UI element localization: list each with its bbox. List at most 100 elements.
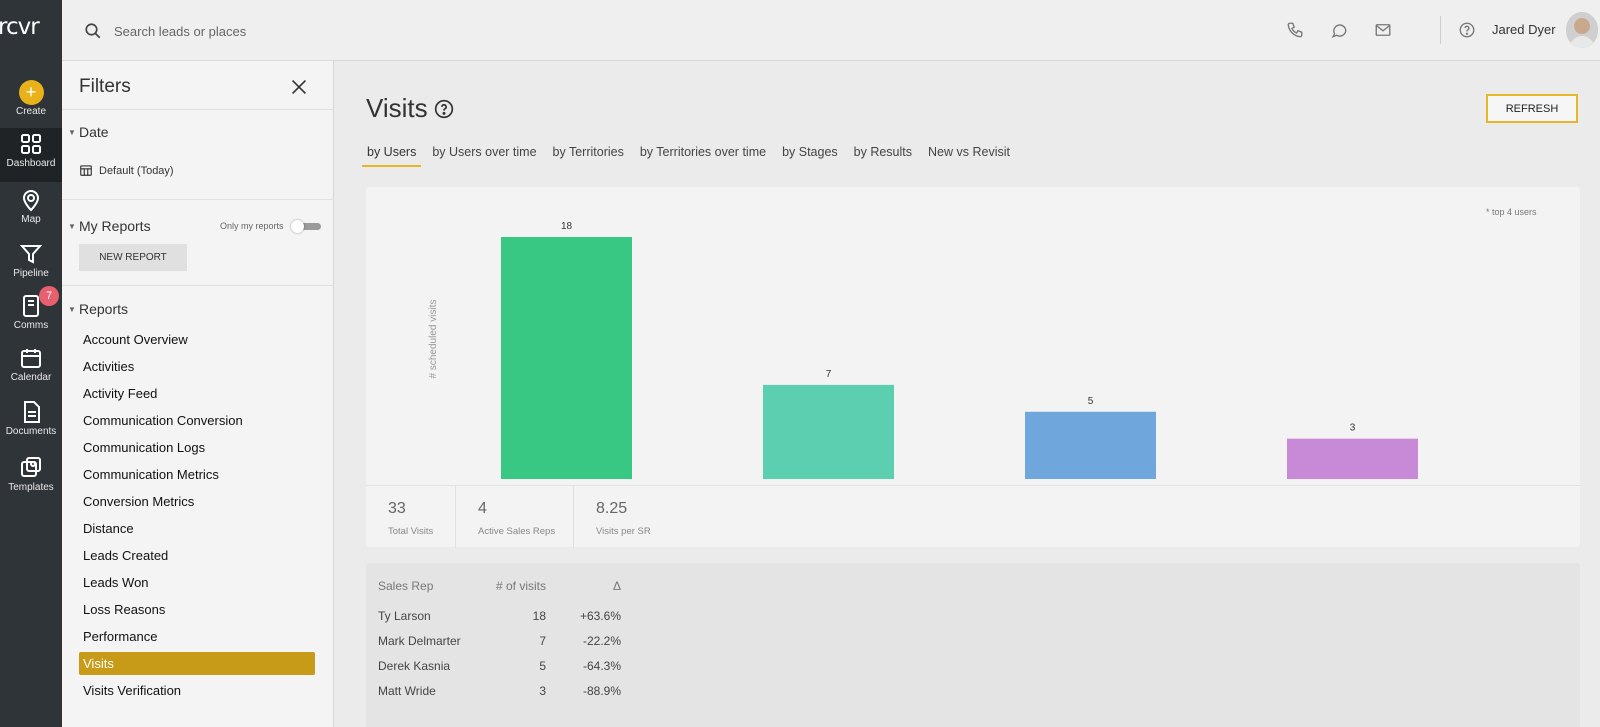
tab-item[interactable]: by Users over time [427, 145, 541, 167]
tab-item[interactable]: by Results [849, 145, 917, 167]
table-cell-visits: 7 [539, 633, 546, 648]
rail-item-create[interactable]: + Create [0, 76, 62, 130]
only-my-reports-toggle[interactable] [291, 220, 323, 233]
rail-item-calendar[interactable]: Calendar [0, 342, 62, 396]
report-item[interactable]: Communication Logs [79, 434, 315, 461]
stat-value: 4 [478, 500, 487, 517]
close-icon[interactable] [288, 76, 310, 98]
report-item[interactable]: Leads Created [79, 542, 315, 569]
filters-title: Filters [79, 76, 131, 97]
report-item[interactable]: Leads Won [79, 569, 315, 596]
report-item[interactable]: Activity Feed [79, 380, 315, 407]
table-row[interactable]: Matt Wride 3 -88.9% [378, 678, 621, 703]
visits-table: Sales Rep # of visits Δ Ty Larson 18 +63.6… [378, 579, 621, 703]
document-icon [0, 396, 62, 426]
templates-icon [0, 452, 62, 482]
nav-rail: rcvr + Create Dashboard Map Pipeline 7 C… [0, 0, 62, 727]
caret-down-icon: ▼ [68, 305, 76, 314]
table-cell-rep: Matt Wride [378, 683, 436, 698]
plus-icon: + [18, 80, 44, 105]
chart-bar[interactable] [1025, 411, 1156, 479]
report-item[interactable]: Visits [79, 652, 315, 675]
date-section-label: Date [79, 124, 109, 140]
rail-item-templates[interactable]: Templates [0, 452, 62, 506]
chat-icon[interactable] [1330, 21, 1348, 39]
report-item[interactable]: Distance [79, 515, 315, 542]
mail-icon[interactable] [1374, 21, 1392, 39]
date-filter[interactable]: Default (Today) [79, 163, 174, 177]
tab-item[interactable]: by Users [362, 145, 422, 167]
stat-value: 33 [388, 500, 406, 517]
table-row[interactable]: Ty Larson 18 +63.6% [378, 603, 621, 628]
chart-bar[interactable] [1287, 438, 1418, 479]
tab-item[interactable]: by Territories over time [635, 145, 771, 167]
refresh-button[interactable]: REFRESH [1486, 94, 1578, 123]
my-reports-section-header[interactable]: ▼ My Reports [68, 218, 151, 234]
rail-item-label: Dashboard [6, 158, 56, 169]
stat-value: 8.25 [596, 500, 628, 517]
calendar-icon [80, 165, 92, 176]
column-header[interactable]: Sales Rep [378, 579, 491, 603]
bar-value-label: 3 [1350, 423, 1356, 434]
table-cell-delta: -22.2% [582, 633, 621, 648]
table-cell-visits: 3 [539, 683, 546, 698]
table-cell-visits: 5 [539, 658, 546, 673]
table-row[interactable]: Derek Kasnia 5 -64.3% [378, 653, 621, 678]
report-item[interactable]: Visits Verification [79, 677, 315, 704]
page-title: Visits [366, 93, 428, 123]
table-cell-rep: Mark Delmarter [378, 633, 461, 648]
app-logo[interactable]: rcvr [0, 14, 62, 48]
report-item[interactable]: Communication Conversion [79, 407, 315, 434]
search-icon [85, 23, 101, 39]
stat-label: Visits per SR [596, 526, 651, 537]
chart-bar[interactable] [763, 384, 894, 479]
stats-row: 33 Total Visits 4 Active Sales Reps 8.25… [366, 485, 1580, 548]
reports-section-header[interactable]: ▼ Reports [68, 301, 128, 317]
main-content: Visits REFRESH by Users by Users over tim… [334, 61, 1600, 727]
date-filter-value: Default (Today) [99, 165, 174, 177]
tab-item[interactable]: by Territories [548, 145, 629, 167]
date-section-header[interactable]: ▼ Date [68, 124, 109, 140]
filters-panel: Filters ▼ Date Default (Today) ▼ My Report… [62, 61, 334, 727]
rail-item-comms[interactable]: 7 Comms [0, 286, 62, 344]
bar-value-label: 18 [561, 221, 573, 232]
rail-item-documents[interactable]: Documents [0, 396, 62, 450]
help-icon[interactable] [1458, 21, 1476, 39]
rail-item-label: Comms [13, 320, 49, 331]
stat-active-sales-reps: 4 Active Sales Reps [456, 486, 574, 548]
tab-item[interactable]: by Stages [777, 145, 843, 167]
caret-down-icon: ▼ [68, 128, 76, 137]
report-item[interactable]: Activities [79, 353, 315, 380]
tab-item[interactable]: New vs Revisit [923, 145, 1015, 167]
report-tabs: by Users by Users over time by Territories… [362, 145, 1021, 167]
avatar[interactable] [1566, 12, 1598, 48]
report-item[interactable]: Conversion Metrics [79, 488, 315, 515]
map-pin-icon [0, 184, 62, 214]
rail-item-map[interactable]: Map [0, 184, 62, 238]
rail-item-dashboard[interactable]: Dashboard [0, 128, 62, 182]
only-my-reports-label: Only my reports [220, 221, 284, 231]
y-axis-label: # scheduled visits [428, 300, 439, 379]
report-item[interactable]: Performance [79, 623, 315, 650]
report-item[interactable]: Account Overview [79, 326, 315, 353]
table-row[interactable]: Mark Delmarter 7 -22.2% [378, 628, 621, 653]
chart-bar[interactable] [501, 237, 632, 479]
stat-total-visits: 33 Total Visits [366, 486, 456, 548]
chart-card: # scheduled visits 18 7 5 3 * top 4 users 33… [366, 187, 1580, 548]
dashboard-icon [0, 128, 62, 158]
report-item[interactable]: Communication Metrics [79, 461, 315, 488]
question-icon[interactable] [434, 99, 454, 119]
rail-item-label: Map [21, 214, 41, 225]
table-cell-rep: Ty Larson [378, 608, 431, 623]
column-header[interactable]: # of visits [491, 579, 546, 603]
rail-item-pipeline[interactable]: Pipeline [0, 238, 62, 292]
rail-item-label: Create [15, 106, 46, 117]
divider [62, 285, 334, 286]
search-input[interactable] [114, 18, 514, 44]
phone-icon[interactable] [1286, 21, 1304, 39]
new-report-button[interactable]: NEW REPORT [79, 244, 187, 271]
column-header[interactable]: Δ [546, 579, 621, 603]
report-item[interactable]: Loss Reasons [79, 596, 315, 623]
my-reports-label: My Reports [79, 218, 151, 234]
user-name[interactable]: Jared Dyer [1492, 22, 1556, 37]
